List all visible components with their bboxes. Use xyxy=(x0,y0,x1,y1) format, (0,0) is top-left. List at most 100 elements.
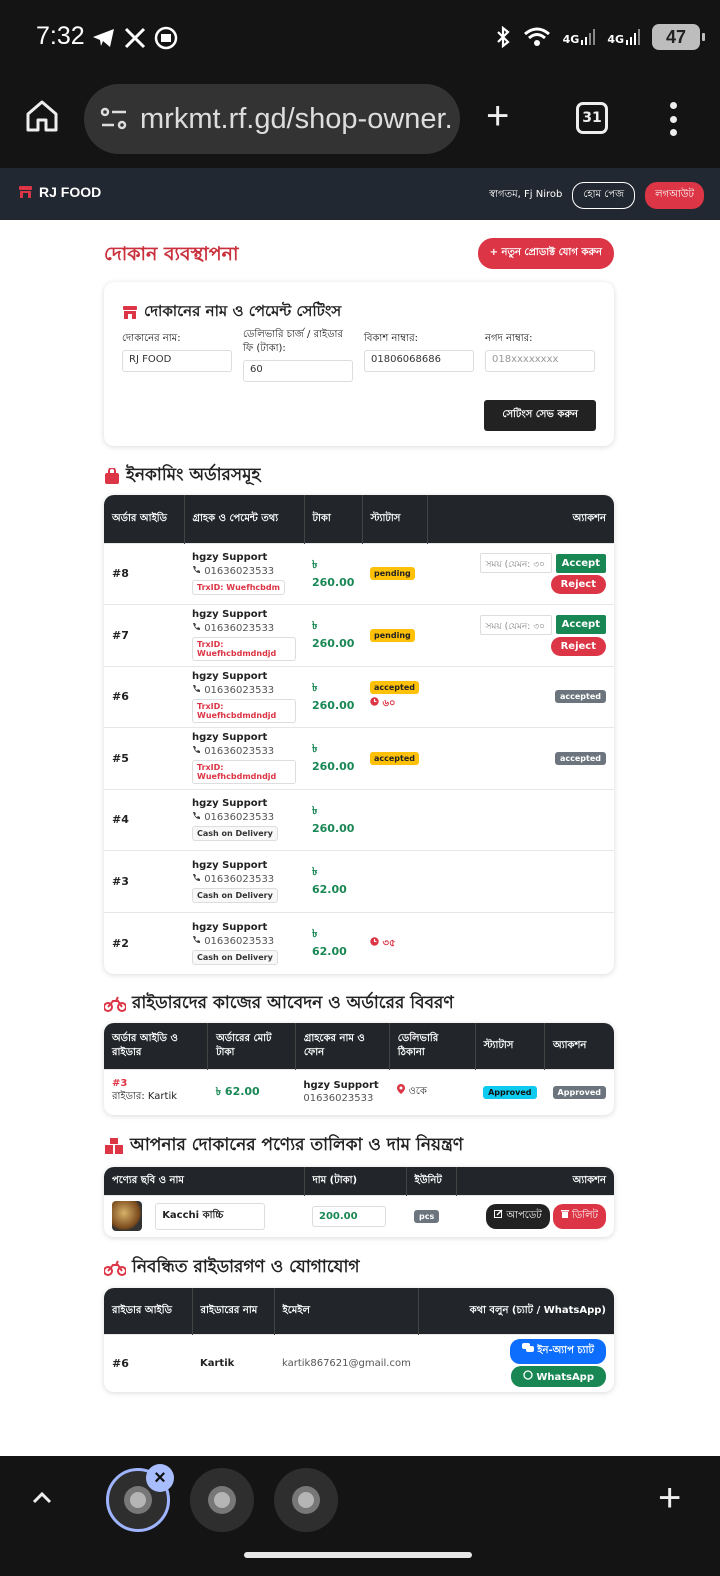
chevron-up-icon[interactable] xyxy=(30,1486,54,1510)
product-unit-badge: pcs xyxy=(414,1209,440,1223)
url-text: mrkmt.rf.gd/shop-owner. xyxy=(140,102,453,135)
accept-button[interactable]: Accept xyxy=(555,553,606,573)
order-status-badge: accepted xyxy=(370,680,420,694)
site-settings-icon[interactable] xyxy=(100,106,128,132)
delivery-time-input[interactable]: সময় (যেমন: ৩০ xyxy=(480,614,553,635)
nagad-label: নগদ নাম্বার: xyxy=(485,333,533,344)
tab-thumbnail[interactable] xyxy=(274,1468,338,1532)
home-icon[interactable] xyxy=(24,98,60,134)
shop-name-input[interactable]: RJ FOOD xyxy=(122,350,232,372)
whatsapp-icon xyxy=(523,1370,533,1380)
customer-phone-number: 01636023533 xyxy=(204,746,275,758)
customer-phone: 01636023533 xyxy=(192,622,296,634)
address-bar[interactable]: mrkmt.rf.gd/shop-owner. xyxy=(84,84,460,154)
col-customer-name-phone: গ্রাহকের নাম ও ফোন xyxy=(295,1023,390,1069)
tab-switcher-button[interactable]: 31 xyxy=(576,102,608,134)
accept-button[interactable]: Accept xyxy=(555,615,606,635)
order-status-badge: pending xyxy=(370,567,415,581)
order-timer: ৩৫ xyxy=(370,936,419,953)
store-icon xyxy=(123,306,137,319)
bkash-input[interactable]: 01806068686 xyxy=(364,350,474,372)
clock: 7:32 xyxy=(36,22,85,50)
delivery-address: ওকে xyxy=(408,1085,427,1097)
order-id: #7 xyxy=(104,604,184,666)
update-product-button[interactable]: আপডেট xyxy=(486,1203,550,1229)
customer-name: hgzy Support xyxy=(192,859,268,871)
order-amount: ৳ 62.00 xyxy=(312,865,347,897)
product-price-input[interactable]: 200.00 xyxy=(312,1205,386,1227)
col-product-action: অ্যাকশন xyxy=(456,1167,614,1195)
customer-phone: 01636023533 xyxy=(192,811,296,823)
col-rider-action: অ্যাকশন xyxy=(544,1023,614,1069)
status-bar: 7:32 4G 4G 47 xyxy=(0,0,720,80)
rider-application-row: #3 রাইডার: Kartik ৳ 62.00 hgzy Support 0… xyxy=(104,1068,614,1115)
registered-riders-title-text: নিবন্ধিত রাইডারগণ ও যোগাযোগ xyxy=(132,1257,360,1277)
reject-button[interactable]: Reject xyxy=(550,636,606,656)
delivery-time-input[interactable]: সময় (যেমন: ৩০ xyxy=(480,553,553,574)
col-delivery-address: ডেলিভারি ঠিকানা xyxy=(389,1023,476,1069)
orders-title-text: ইনকামিং অর্ডারসমূহ xyxy=(126,465,261,485)
phone-icon xyxy=(193,684,200,692)
system-icons: 4G 4G 47 xyxy=(495,24,705,50)
customer-phone: 01636023533 xyxy=(192,745,296,757)
orders-table: অর্ডার আইডি গ্রাহক ও পেমেন্ট তথ্য টাকা স… xyxy=(104,495,614,974)
delete-product-button[interactable]: ডিলিট xyxy=(552,1203,606,1229)
add-product-button[interactable]: + নতুন প্রোডাক্ট যোগ করুন xyxy=(477,238,614,269)
signal-icon-2: 4G xyxy=(607,29,640,45)
globe-icon xyxy=(124,1486,152,1514)
col-customer: গ্রাহক ও পেমেন্ট তথ্য xyxy=(184,495,305,543)
rider-customer-phone: 01636023533 xyxy=(303,1093,374,1105)
order-row: #6 hgzy Support 01636023533 TrxID: Wuefhcb… xyxy=(104,665,614,728)
new-tab-icon[interactable]: + xyxy=(486,96,509,136)
customer-phone: 01636023533 xyxy=(192,684,296,696)
order-row: #7 hgzy Support 01636023533 TrxID: Wuefhcb… xyxy=(104,604,614,666)
customer-name: hgzy Support xyxy=(192,609,268,621)
boxes-icon xyxy=(105,1138,123,1154)
phone-icon xyxy=(193,812,200,820)
rider-name: রাইডার: Kartik xyxy=(112,1091,178,1103)
page-header: দোকান ব্যবস্থাপনা + নতুন প্রোডাক্ট যোগ ক… xyxy=(104,238,614,269)
home-page-button[interactable]: হোম পেজ xyxy=(572,182,636,209)
home-indicator[interactable] xyxy=(244,1552,472,1558)
clock-icon xyxy=(370,936,379,946)
header-actions: স্বাগতম, Fj Nirob হোম পেজ লগআউট xyxy=(489,182,704,209)
save-settings-button[interactable]: সেটিংস সেভ করুন xyxy=(484,400,596,431)
order-amount: ৳ 260.00 xyxy=(312,680,355,712)
motorcycle-icon xyxy=(104,1260,126,1276)
brand[interactable]: RJ FOOD xyxy=(18,184,101,200)
col-price: দাম (টাকা) xyxy=(304,1167,407,1195)
reject-button[interactable]: Reject xyxy=(550,575,606,595)
customer-phone-number: 01636023533 xyxy=(204,684,275,696)
rider-action-badge: Approved xyxy=(552,1085,606,1099)
in-app-chat-button[interactable]: ইন-অ্যাপ চ্যাট xyxy=(509,1339,606,1365)
tab-thumbnail[interactable] xyxy=(190,1468,254,1532)
product-name-input[interactable]: Kacchi কাচ্চি xyxy=(155,1202,266,1230)
order-id: #2 xyxy=(104,911,184,974)
logout-button[interactable]: লগআউট xyxy=(645,182,704,209)
customer-name: hgzy Support xyxy=(192,670,268,682)
bkash-label: বিকাশ নাম্বার: xyxy=(364,333,418,344)
new-tab-icon[interactable]: + xyxy=(658,1478,681,1518)
rider-order-id[interactable]: #3 xyxy=(112,1078,200,1089)
whatsapp-label: WhatsApp xyxy=(536,1372,594,1384)
orders-section-title: ইনকামিং অর্ডারসমূহ xyxy=(104,462,260,490)
rider-applications-table: অর্ডার আইডি ও রাইডার অর্ডারের মোট টাকা গ… xyxy=(104,1023,614,1115)
bluetooth-icon xyxy=(496,25,510,49)
battery-indicator: 47 xyxy=(652,24,705,50)
close-tab-icon[interactable]: × xyxy=(146,1464,174,1492)
products-table: পণ্যের ছবি ও নাম দাম (টাকা) ইউনিট অ্যাকশ… xyxy=(104,1167,614,1237)
order-id: #6 xyxy=(104,665,184,728)
delivery-fee-input[interactable]: 60 xyxy=(243,360,353,382)
whatsapp-button[interactable]: WhatsApp xyxy=(510,1366,606,1388)
more-menu-icon[interactable] xyxy=(666,102,680,136)
order-row: #2 hgzy Support 01636023533 Cash on Delive… xyxy=(104,911,614,974)
order-id: #3 xyxy=(104,850,184,912)
products-table-card: পণ্যের ছবি ও নাম দাম (টাকা) ইউনিট অ্যাকশ… xyxy=(104,1167,614,1237)
nagad-input[interactable]: 018xxxxxxxx xyxy=(485,350,595,372)
registered-rider-name: Kartik xyxy=(192,1333,274,1392)
rider-id: #6 xyxy=(104,1333,192,1392)
rider-customer-name: hgzy Support xyxy=(303,1080,379,1092)
shop-name-label: দোকানের নাম: xyxy=(122,333,181,344)
clock-icon xyxy=(370,697,379,706)
phone-icon xyxy=(193,623,200,631)
